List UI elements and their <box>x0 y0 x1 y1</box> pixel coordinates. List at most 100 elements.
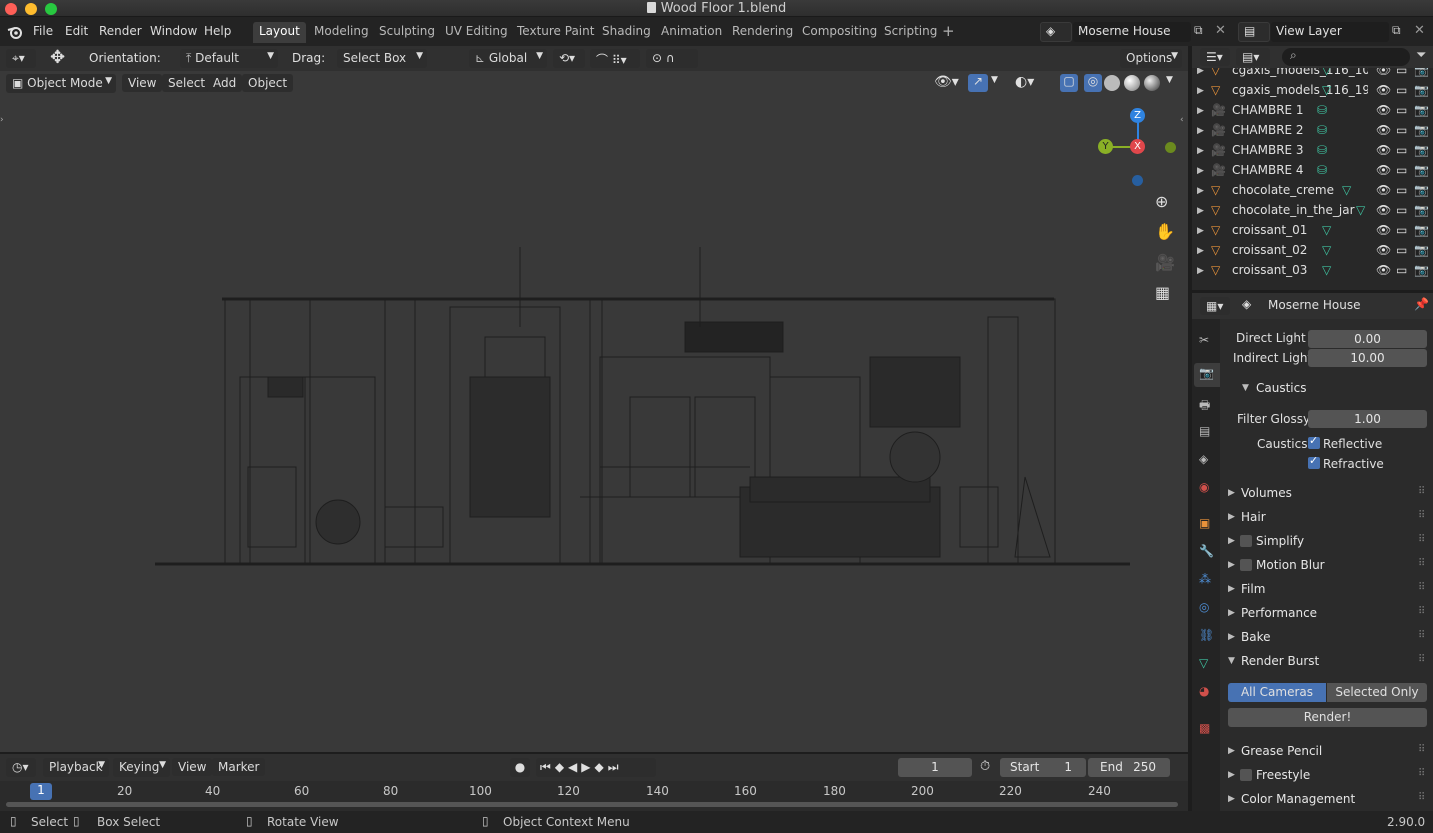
gizmo-neg-y-axis[interactable] <box>1165 142 1176 153</box>
new-scene-icon[interactable]: ⧉ <box>1194 23 1203 38</box>
jump-end-icon[interactable]: ⏭ <box>608 760 623 774</box>
expand-arrow-icon[interactable]: ▶ <box>1197 68 1204 76</box>
drag-handle-icon[interactable]: ⠿ <box>1418 534 1425 545</box>
snapping-controls[interactable]: ⌒ ⠿▾ <box>590 49 640 68</box>
playhead-frame[interactable]: 1 <box>30 783 52 800</box>
drag-handle-icon[interactable]: ⠿ <box>1418 768 1425 779</box>
outliner-row[interactable]: ▶ 🎥 CHAMBRE 4 ⛁ 👁 ▭ 📷 <box>1192 161 1433 181</box>
expand-arrow-icon[interactable]: ▶ <box>1197 186 1204 196</box>
zoom-icon[interactable]: ⊕ <box>1155 192 1168 211</box>
scene-selector-button[interactable]: ◈ <box>1040 22 1072 42</box>
camera-render-icon[interactable]: 📷 <box>1414 163 1429 177</box>
outliner-item-name[interactable]: chocolate_in_the_jar <box>1232 203 1355 217</box>
expand-arrow-icon[interactable]: ▶ <box>1197 166 1204 176</box>
outliner-item-name[interactable]: CHAMBRE 3 <box>1232 143 1304 157</box>
eye-icon[interactable]: 👁 <box>1376 183 1391 197</box>
move-tool-icon[interactable]: ✥ <box>50 47 65 68</box>
scene-tab-icon[interactable]: ◈ <box>1199 452 1208 466</box>
selected-only-button[interactable]: Selected Only <box>1327 683 1427 702</box>
panel-header-simplify[interactable]: ▶ Simplify ⠿ <box>1220 530 1433 554</box>
outliner-row[interactable]: ▶ 🎥 CHAMBRE 3 ⛁ 👁 ▭ 📷 <box>1192 141 1433 161</box>
mesh-data-icon[interactable]: ▽ <box>1322 83 1331 97</box>
viewport-menu-object[interactable]: Object <box>242 74 294 92</box>
monitor-icon[interactable]: ▭ <box>1396 243 1407 257</box>
tab-sculpting[interactable]: Sculpting <box>373 22 441 43</box>
outliner-row[interactable]: ▶ ▽ cgaxis_models_116_19_ob ▽ 👁 ▭ 📷 <box>1192 81 1433 101</box>
monitor-icon[interactable]: ▭ <box>1396 68 1407 77</box>
modifier-tab-icon[interactable]: 🔧 <box>1199 544 1214 558</box>
delete-scene-icon[interactable]: ✕ <box>1215 23 1226 38</box>
expand-arrow-icon[interactable]: ▶ <box>1197 206 1204 216</box>
camera-data-icon[interactable]: ⛁ <box>1317 103 1327 117</box>
expand-arrow-icon[interactable]: ▶ <box>1197 266 1204 276</box>
playback-menu[interactable]: Playback ▼ <box>43 758 109 777</box>
expand-arrow-icon[interactable]: ▶ <box>1197 86 1204 96</box>
drag-handle-icon[interactable]: ⠿ <box>1418 606 1425 617</box>
view-layer-tab-icon[interactable]: ▤ <box>1199 424 1210 438</box>
play-reverse-icon[interactable]: ◀ <box>568 760 581 774</box>
timeline-menu-marker[interactable]: Marker <box>212 758 266 776</box>
panel-enable-checkbox[interactable] <box>1240 535 1252 547</box>
blender-logo-icon[interactable] <box>7 24 23 40</box>
refractive-checkbox[interactable]: ✓ <box>1308 454 1320 469</box>
end-frame-field[interactable]: End 250 <box>1088 758 1170 777</box>
panel-header-film[interactable]: ▶ Film ⠿ <box>1220 578 1433 602</box>
scene-name-field[interactable]: Moserne House <box>1073 22 1191 42</box>
tab-compositing[interactable]: Compositing <box>796 22 883 43</box>
mesh-data-icon[interactable]: ▽ <box>1322 68 1331 77</box>
camera-render-icon[interactable]: 📷 <box>1414 103 1429 117</box>
camera-render-icon[interactable]: 📷 <box>1414 203 1429 217</box>
3d-viewport[interactable]: › ‹ Z Y X ⊕ ✋ 🎥 ▦ <box>0 97 1188 752</box>
menu-render[interactable]: Render <box>99 24 142 38</box>
properties-editor-type[interactable]: ▦▾ <box>1200 297 1230 315</box>
monitor-icon[interactable]: ▭ <box>1396 143 1407 157</box>
gizmo-neg-z-axis[interactable] <box>1132 175 1143 186</box>
drag-handle-icon[interactable]: ⠿ <box>1418 582 1425 593</box>
panel-header-volumes[interactable]: ▶ Volumes ⠿ <box>1220 482 1433 506</box>
camera-render-icon[interactable]: 📷 <box>1414 223 1429 237</box>
drag-handle-icon[interactable]: ⠿ <box>1418 486 1425 497</box>
camera-data-icon[interactable]: ⛁ <box>1317 163 1327 177</box>
particles-tab-icon[interactable]: ⁂ <box>1199 572 1211 586</box>
outliner-row[interactable]: ▶ ▽ chocolate_creme ▽ 👁 ▭ 📷 <box>1192 181 1433 201</box>
stopwatch-icon[interactable]: ⏱ <box>980 759 990 774</box>
expand-arrow-icon[interactable]: ▶ <box>1197 246 1204 256</box>
view-layer-name-field[interactable]: View Layer <box>1271 22 1389 42</box>
outliner-row[interactable]: ▶ 🎥 CHAMBRE 2 ⛁ 👁 ▭ 📷 <box>1192 121 1433 141</box>
proportional-editing-controls[interactable]: ⊙ ∩ <box>646 49 698 68</box>
tab-texture-paint[interactable]: Texture Paint <box>511 22 600 43</box>
camera-data-icon[interactable]: ⛁ <box>1317 143 1327 157</box>
add-workspace-icon[interactable]: + <box>942 22 955 40</box>
monitor-icon[interactable]: ▭ <box>1396 163 1407 177</box>
menu-window[interactable]: Window <box>150 24 197 38</box>
outliner-item-name[interactable]: croissant_01 <box>1232 223 1307 237</box>
camera-render-icon[interactable]: 📷 <box>1414 123 1429 137</box>
expand-arrow-icon[interactable]: ▶ <box>1197 106 1204 116</box>
outliner-row[interactable]: ▶ ▽ croissant_02 ▽ 👁 ▭ 📷 <box>1192 241 1433 261</box>
options-dropdown[interactable]: Options ▼ <box>1120 49 1182 68</box>
monitor-icon[interactable]: ▭ <box>1396 83 1407 97</box>
render-burst-panel-header[interactable]: ▼ Render Burst ⠿ <box>1220 650 1433 674</box>
eye-icon[interactable]: 👁 <box>1376 123 1391 137</box>
record-button[interactable]: ● <box>510 758 530 777</box>
navigation-gizmo[interactable]: Z Y X <box>1092 105 1182 195</box>
mesh-data-icon[interactable]: ▽ <box>1322 243 1331 257</box>
chevron-down-icon[interactable]: ▼ <box>1166 75 1173 85</box>
chevron-down-icon[interactable]: ▼ <box>991 75 998 85</box>
rendered-shading-icon[interactable] <box>1144 75 1160 91</box>
outliner-row[interactable]: ▶ ▽ croissant_01 ▽ 👁 ▭ 📷 <box>1192 221 1433 241</box>
timeline-scrollbar[interactable] <box>6 802 1178 807</box>
outliner[interactable]: ▶ ▽ cgaxis_models_116_10_ob ▽ 👁 ▭ 📷 ▶ ▽ cgaxis_mo… <box>1192 68 1433 290</box>
panel-header-bake[interactable]: ▶ Bake ⠿ <box>1220 626 1433 650</box>
keying-menu[interactable]: Keying ▼ <box>113 758 170 777</box>
eye-icon[interactable]: 👁 <box>1376 103 1391 117</box>
monitor-icon[interactable]: ▭ <box>1396 203 1407 217</box>
new-view-layer-icon[interactable]: ⧉ <box>1392 23 1401 38</box>
panel-header-color-management[interactable]: ▶ Color Management ⠿ <box>1220 788 1433 812</box>
data-tab-icon[interactable]: ▽ <box>1199 656 1208 670</box>
texture-tab-icon[interactable]: ▩ <box>1199 721 1210 735</box>
mesh-data-icon[interactable]: ▽ <box>1322 223 1331 237</box>
eye-icon[interactable]: 👁 <box>1376 203 1391 217</box>
drag-dropdown[interactable]: Select Box ▼ <box>337 49 427 68</box>
caustics-panel-header[interactable]: ▼ Caustics <box>1220 377 1433 401</box>
